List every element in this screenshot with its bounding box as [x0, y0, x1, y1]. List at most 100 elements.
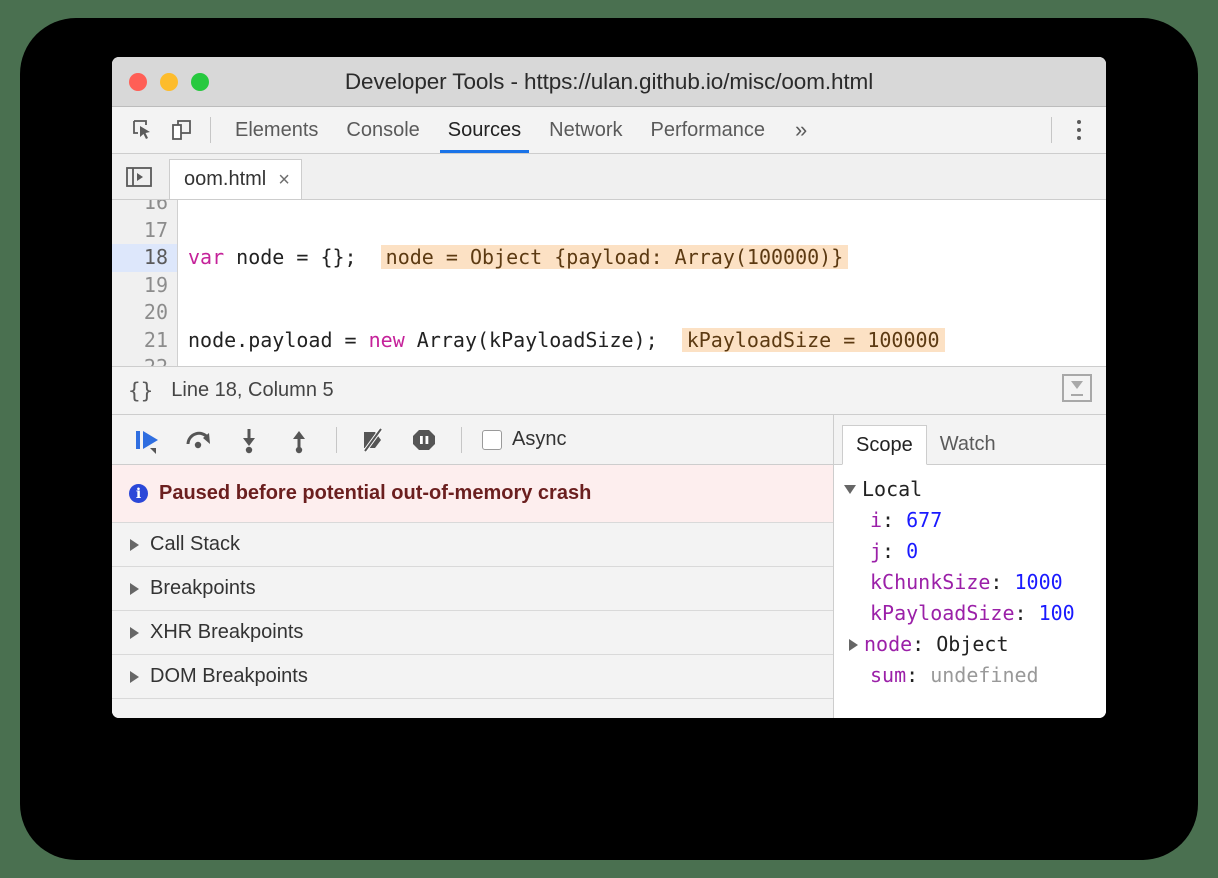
- debugger-toolbar-divider: [336, 427, 337, 453]
- variable-separator: :: [906, 660, 930, 691]
- chevron-right-icon: [130, 583, 139, 595]
- variable-value: 1000: [1015, 567, 1063, 598]
- section-label: Call Stack: [150, 533, 240, 556]
- scope-variable-row[interactable]: kPayloadSize: 100: [844, 598, 1106, 629]
- section-call-stack[interactable]: Call Stack: [112, 523, 833, 567]
- show-navigator-icon[interactable]: [122, 160, 156, 194]
- async-checkbox[interactable]: [482, 430, 502, 450]
- pretty-print-button[interactable]: {}: [128, 379, 153, 403]
- code-text: node = {};: [224, 245, 356, 269]
- code-editor[interactable]: 16 17 18 19 20 21 22 var node = {}; node…: [112, 200, 1106, 367]
- async-divider: [461, 427, 462, 453]
- panel-tab-bar: Elements Console Sources Network Perform…: [112, 107, 1106, 154]
- section-label: Breakpoints: [150, 577, 256, 600]
- scope-sidebar: Scope Watch Local i: 677 j: 0 kChunkSize…: [834, 415, 1106, 718]
- variable-key: sum: [870, 660, 906, 691]
- file-tab-oom-html[interactable]: oom.html ×: [169, 159, 302, 199]
- variable-value: 100: [1039, 598, 1075, 629]
- variable-key: kPayloadSize: [870, 598, 1015, 629]
- section-breakpoints[interactable]: Breakpoints: [112, 567, 833, 611]
- pause-message: Paused before potential out-of-memory cr…: [159, 482, 591, 505]
- variable-separator: :: [882, 536, 906, 567]
- scope-variable-tree: Local i: 677 j: 0 kChunkSize: 1000 kPayl…: [834, 465, 1106, 718]
- devtools-window: Developer Tools - https://ulan.github.io…: [112, 57, 1106, 718]
- debugger-area: Async i Paused before potential out-of-m…: [112, 415, 1106, 718]
- scope-group-local[interactable]: Local: [844, 474, 1106, 505]
- tab-bar-right-controls: [1041, 117, 1106, 143]
- variable-value: Object: [936, 629, 1008, 660]
- tab-scope[interactable]: Scope: [842, 425, 927, 465]
- tab-performance[interactable]: Performance: [637, 107, 780, 153]
- line-number: 22: [112, 354, 177, 367]
- section-dom-breakpoints[interactable]: DOM Breakpoints: [112, 655, 833, 699]
- variable-separator: :: [1015, 598, 1039, 629]
- scope-variable-row[interactable]: j: 0: [844, 536, 1106, 567]
- code-text: Array(kPayloadSize);: [405, 328, 658, 352]
- line-number: 20: [112, 299, 177, 327]
- line-number: 17: [112, 217, 177, 245]
- deactivate-breakpoints-icon[interactable]: [351, 420, 397, 460]
- chevron-right-icon[interactable]: [849, 639, 858, 651]
- step-over-icon[interactable]: [176, 420, 222, 460]
- variable-value: 677: [906, 505, 942, 536]
- scope-tab-bar: Scope Watch: [834, 415, 1106, 465]
- more-options-icon[interactable]: [1062, 120, 1096, 140]
- tab-sources[interactable]: Sources: [434, 107, 535, 153]
- more-tabs-button[interactable]: »: [779, 107, 823, 153]
- inline-annotation-kpayloadsize: kPayloadSize = 100000: [682, 328, 945, 352]
- pause-on-exceptions-icon[interactable]: [401, 420, 447, 460]
- scope-name: Local: [862, 474, 922, 505]
- tab-watch[interactable]: Watch: [927, 424, 1009, 464]
- code-content[interactable]: var node = {}; node = Object {payload: A…: [178, 200, 1106, 366]
- cursor-position-label: Line 18, Column 5: [171, 379, 333, 402]
- line-number: 18: [112, 244, 177, 272]
- toolbar-divider-right: [1051, 117, 1052, 143]
- chevron-right-icon: [130, 627, 139, 639]
- panel-tabs: Elements Console Sources Network Perform…: [221, 107, 823, 153]
- resume-icon[interactable]: [126, 420, 172, 460]
- section-label: XHR Breakpoints: [150, 621, 303, 644]
- tab-network[interactable]: Network: [535, 107, 636, 153]
- code-line-16: var node = {}; node = Object {payload: A…: [178, 244, 1106, 272]
- device-toolbar-icon[interactable]: [162, 111, 200, 149]
- variable-key: i: [870, 505, 882, 536]
- collapse-panel-icon[interactable]: [1062, 374, 1092, 407]
- variable-value: 0: [906, 536, 918, 567]
- editor-status-bar: {} Line 18, Column 5: [112, 367, 1106, 415]
- scope-variable-row[interactable]: i: 677: [844, 505, 1106, 536]
- toolbar-divider: [210, 117, 211, 143]
- variable-value: undefined: [930, 660, 1038, 691]
- variable-separator: :: [912, 629, 936, 660]
- code-keyword-new: new: [369, 328, 405, 352]
- scope-variable-row[interactable]: kChunkSize: 1000: [844, 567, 1106, 598]
- step-out-icon[interactable]: [276, 420, 322, 460]
- scope-variable-row[interactable]: sum: undefined: [844, 660, 1106, 691]
- inspect-element-icon[interactable]: [124, 111, 162, 149]
- variable-key: kChunkSize: [870, 567, 990, 598]
- chevron-down-icon[interactable]: [844, 485, 856, 494]
- step-into-icon[interactable]: [226, 420, 272, 460]
- section-xhr-breakpoints[interactable]: XHR Breakpoints: [112, 611, 833, 655]
- close-icon[interactable]: ×: [278, 170, 290, 190]
- async-checkbox-wrapper[interactable]: Async: [482, 428, 566, 451]
- window-title: Developer Tools - https://ulan.github.io…: [112, 69, 1106, 95]
- code-line-17: node.payload = new Array(kPayloadSize); …: [178, 327, 1106, 355]
- variable-key: j: [870, 536, 882, 567]
- variable-separator: :: [990, 567, 1014, 598]
- tab-elements[interactable]: Elements: [221, 107, 332, 153]
- variable-key: node: [864, 629, 912, 660]
- debugger-toolbar: Async: [112, 415, 833, 465]
- sections-filler: [112, 699, 833, 718]
- title-bar: Developer Tools - https://ulan.github.io…: [112, 57, 1106, 107]
- tab-console[interactable]: Console: [332, 107, 433, 153]
- scope-variable-row[interactable]: node: Object: [844, 629, 1106, 660]
- debugger-left-pane: Async i Paused before potential out-of-m…: [112, 415, 834, 718]
- chevron-right-icon: [130, 539, 139, 551]
- code-text: node.payload =: [188, 328, 369, 352]
- line-number: 21: [112, 327, 177, 355]
- inline-annotation-node: node = Object {payload: Array(100000)}: [381, 245, 849, 269]
- file-tab-label: oom.html: [184, 168, 266, 191]
- section-label: DOM Breakpoints: [150, 665, 308, 688]
- chevron-right-icon: [130, 671, 139, 683]
- line-number: 16: [112, 200, 177, 217]
